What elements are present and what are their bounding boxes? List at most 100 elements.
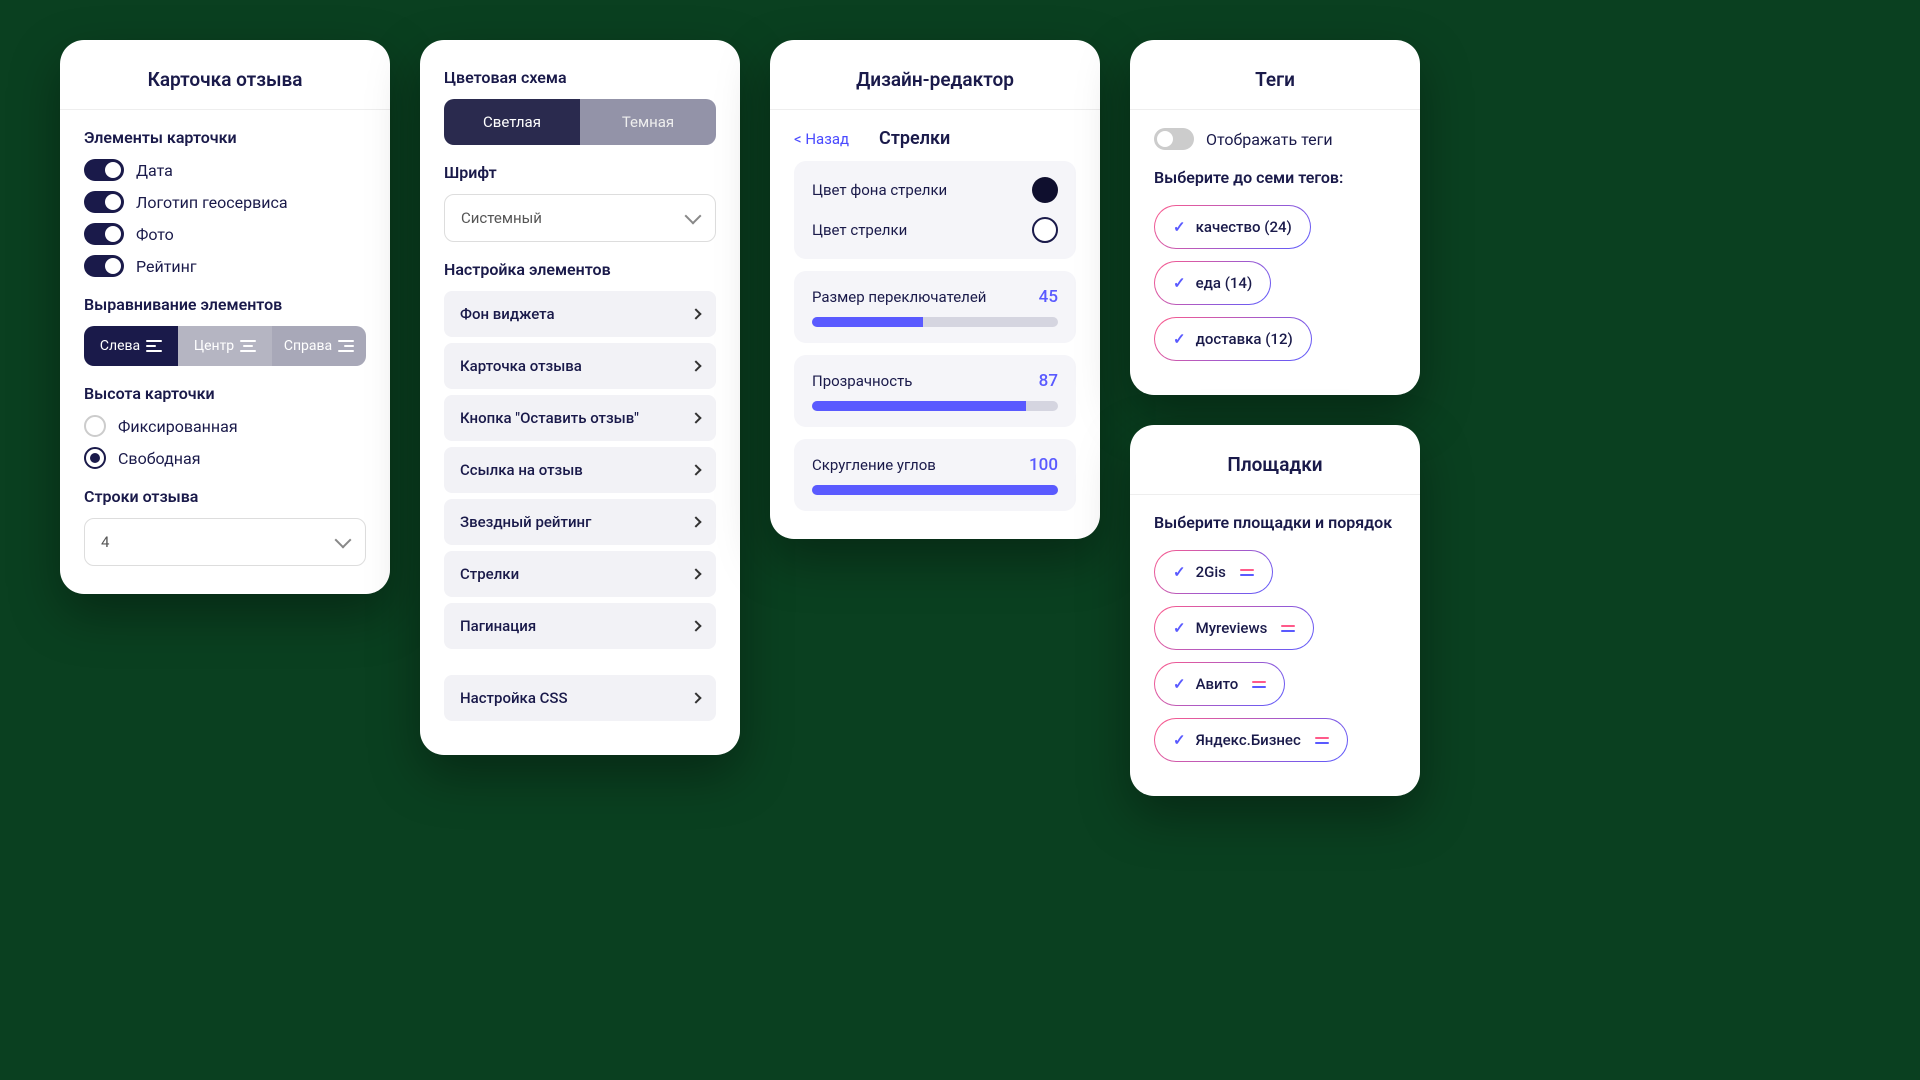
toggle-label: Рейтинг bbox=[136, 257, 197, 276]
platform-chip-avito[interactable]: ✓Авито bbox=[1154, 662, 1285, 706]
row-arrow-color[interactable]: Цвет стрелки bbox=[812, 217, 1058, 243]
tags-panel: Теги Отображать теги Выберите до семи те… bbox=[1130, 40, 1420, 395]
row-label: Прозрачность bbox=[812, 372, 912, 390]
nav-label: Карточка отзыва bbox=[460, 357, 582, 375]
nav-arrows[interactable]: Стрелки bbox=[444, 551, 716, 597]
check-icon: ✓ bbox=[1173, 563, 1186, 581]
chip-label: Яндекс.Бизнес bbox=[1196, 731, 1301, 749]
align-right-button[interactable]: Справа bbox=[272, 326, 366, 366]
drag-handle-icon[interactable] bbox=[1315, 737, 1329, 744]
toggle-switch-icon bbox=[84, 223, 124, 245]
nav-label: Фон виджета bbox=[460, 305, 555, 323]
divider bbox=[1130, 109, 1420, 110]
toggle-switch-icon bbox=[84, 159, 124, 181]
size-slider[interactable] bbox=[812, 317, 1058, 327]
slider-fill bbox=[812, 485, 1058, 495]
section-elements-title: Элементы карточки bbox=[84, 128, 366, 147]
row-value: 87 bbox=[1039, 371, 1058, 391]
check-icon: ✓ bbox=[1173, 619, 1186, 637]
nav-review-card[interactable]: Карточка отзыва bbox=[444, 343, 716, 389]
section-lines-title: Строки отзыва bbox=[84, 487, 366, 506]
platform-chip-myreviews[interactable]: ✓Myreviews bbox=[1154, 606, 1314, 650]
panel-title: Теги bbox=[1154, 68, 1396, 91]
platform-chip-yandex[interactable]: ✓ Яндекс.Бизнес bbox=[1154, 718, 1348, 762]
nav-label: Звездный рейтинг bbox=[460, 513, 591, 531]
color-swatch-white bbox=[1032, 217, 1058, 243]
nav-pagination[interactable]: Пагинация bbox=[444, 603, 716, 649]
row-switch-size: Размер переключателей 45 bbox=[812, 287, 1058, 307]
row-label: Цвет стрелки bbox=[812, 221, 907, 239]
arrow-color-block: Цвет фона стрелки Цвет стрелки bbox=[794, 161, 1076, 259]
toggle-label: Фото bbox=[136, 225, 174, 244]
panel-title: Площадки bbox=[1154, 453, 1396, 476]
color-swatch-dark bbox=[1032, 177, 1058, 203]
platform-chip-2gis[interactable]: ✓ 2Gis bbox=[1154, 550, 1273, 594]
section-font-title: Шрифт bbox=[444, 163, 716, 182]
check-icon: ✓ bbox=[1173, 731, 1186, 749]
back-link[interactable]: < Назад bbox=[794, 130, 849, 148]
align-left-icon bbox=[146, 340, 162, 352]
toggle-date[interactable]: Дата bbox=[84, 159, 366, 181]
panel-title: Дизайн-редактор bbox=[794, 68, 1076, 91]
chip-label: доставка (12) bbox=[1196, 330, 1293, 348]
toggle-switch-icon bbox=[1154, 128, 1194, 150]
align-center-icon bbox=[240, 340, 256, 352]
divider bbox=[1130, 494, 1420, 495]
radio-free[interactable]: Свободная bbox=[84, 447, 366, 469]
tag-chip-food[interactable]: ✓еда (14) bbox=[1154, 261, 1271, 305]
align-label: Слева bbox=[100, 338, 140, 354]
panel-title: Карточка отзыва bbox=[84, 68, 366, 91]
nav-widget-bg[interactable]: Фон виджета bbox=[444, 291, 716, 337]
check-icon: ✓ bbox=[1173, 675, 1186, 693]
nav-label: Стрелки bbox=[460, 565, 519, 583]
divider bbox=[770, 109, 1100, 110]
opacity-block: Прозрачность 87 bbox=[794, 355, 1076, 427]
slider-fill bbox=[812, 401, 1026, 411]
toggle-show-tags[interactable]: Отображать теги bbox=[1154, 128, 1396, 150]
chevron-right-icon bbox=[690, 516, 701, 527]
align-segmented: Слева Центр Справа bbox=[84, 326, 366, 366]
nav-label: Кнопка "Оставить отзыв" bbox=[460, 409, 639, 427]
chevron-right-icon bbox=[690, 412, 701, 423]
row-label: Размер переключателей bbox=[812, 288, 986, 306]
toggle-photo[interactable]: Фото bbox=[84, 223, 366, 245]
check-icon: ✓ bbox=[1173, 330, 1186, 348]
theme-dark-button[interactable]: Темная bbox=[580, 99, 716, 145]
drag-handle-icon[interactable] bbox=[1240, 569, 1254, 576]
nav-css-settings[interactable]: Настройка CSS bbox=[444, 675, 716, 721]
align-left-button[interactable]: Слева bbox=[84, 326, 178, 366]
toggle-switch-icon bbox=[84, 191, 124, 213]
tag-chip-quality[interactable]: ✓качество (24) bbox=[1154, 205, 1311, 249]
design-subtitle: Стрелки bbox=[879, 128, 950, 149]
tag-chip-delivery[interactable]: ✓ доставка (12) bbox=[1154, 317, 1312, 361]
nav-leave-review-btn[interactable]: Кнопка "Оставить отзыв" bbox=[444, 395, 716, 441]
drag-handle-icon[interactable] bbox=[1252, 681, 1266, 688]
row-value: 45 bbox=[1039, 287, 1058, 307]
drag-handle-icon[interactable] bbox=[1281, 625, 1295, 632]
nav-star-rating[interactable]: Звездный рейтинг bbox=[444, 499, 716, 545]
theme-segmented: Светлая Темная bbox=[444, 99, 716, 145]
row-arrow-bg[interactable]: Цвет фона стрелки bbox=[812, 177, 1058, 203]
align-center-button[interactable]: Центр bbox=[178, 326, 272, 366]
radio-label: Фиксированная bbox=[118, 417, 238, 436]
radius-slider[interactable] bbox=[812, 485, 1058, 495]
chip-label: 2Gis bbox=[1196, 563, 1226, 581]
radius-block: Скругление углов 100 bbox=[794, 439, 1076, 511]
radio-fixed[interactable]: Фиксированная bbox=[84, 415, 366, 437]
lines-select[interactable]: 4 bbox=[84, 518, 366, 566]
theme-light-button[interactable]: Светлая bbox=[444, 99, 580, 145]
nav-review-link[interactable]: Ссылка на отзыв bbox=[444, 447, 716, 493]
platforms-instruction: Выберите площадки и порядок bbox=[1154, 513, 1396, 532]
section-theme-title: Цветовая схема bbox=[444, 68, 716, 87]
toggle-rating[interactable]: Рейтинг bbox=[84, 255, 366, 277]
align-label: Справа bbox=[284, 338, 332, 354]
tags-instruction: Выберите до семи тегов: bbox=[1154, 168, 1396, 187]
radio-icon bbox=[84, 415, 106, 437]
opacity-slider[interactable] bbox=[812, 401, 1058, 411]
font-select[interactable]: Системный bbox=[444, 194, 716, 242]
row-radius: Скругление углов 100 bbox=[812, 455, 1058, 475]
theme-settings-panel: Цветовая схема Светлая Темная Шрифт Сист… bbox=[420, 40, 740, 755]
toggle-geoservice-logo[interactable]: Логотип геосервиса bbox=[84, 191, 366, 213]
chevron-down-icon bbox=[335, 532, 352, 549]
row-label: Цвет фона стрелки bbox=[812, 181, 947, 199]
